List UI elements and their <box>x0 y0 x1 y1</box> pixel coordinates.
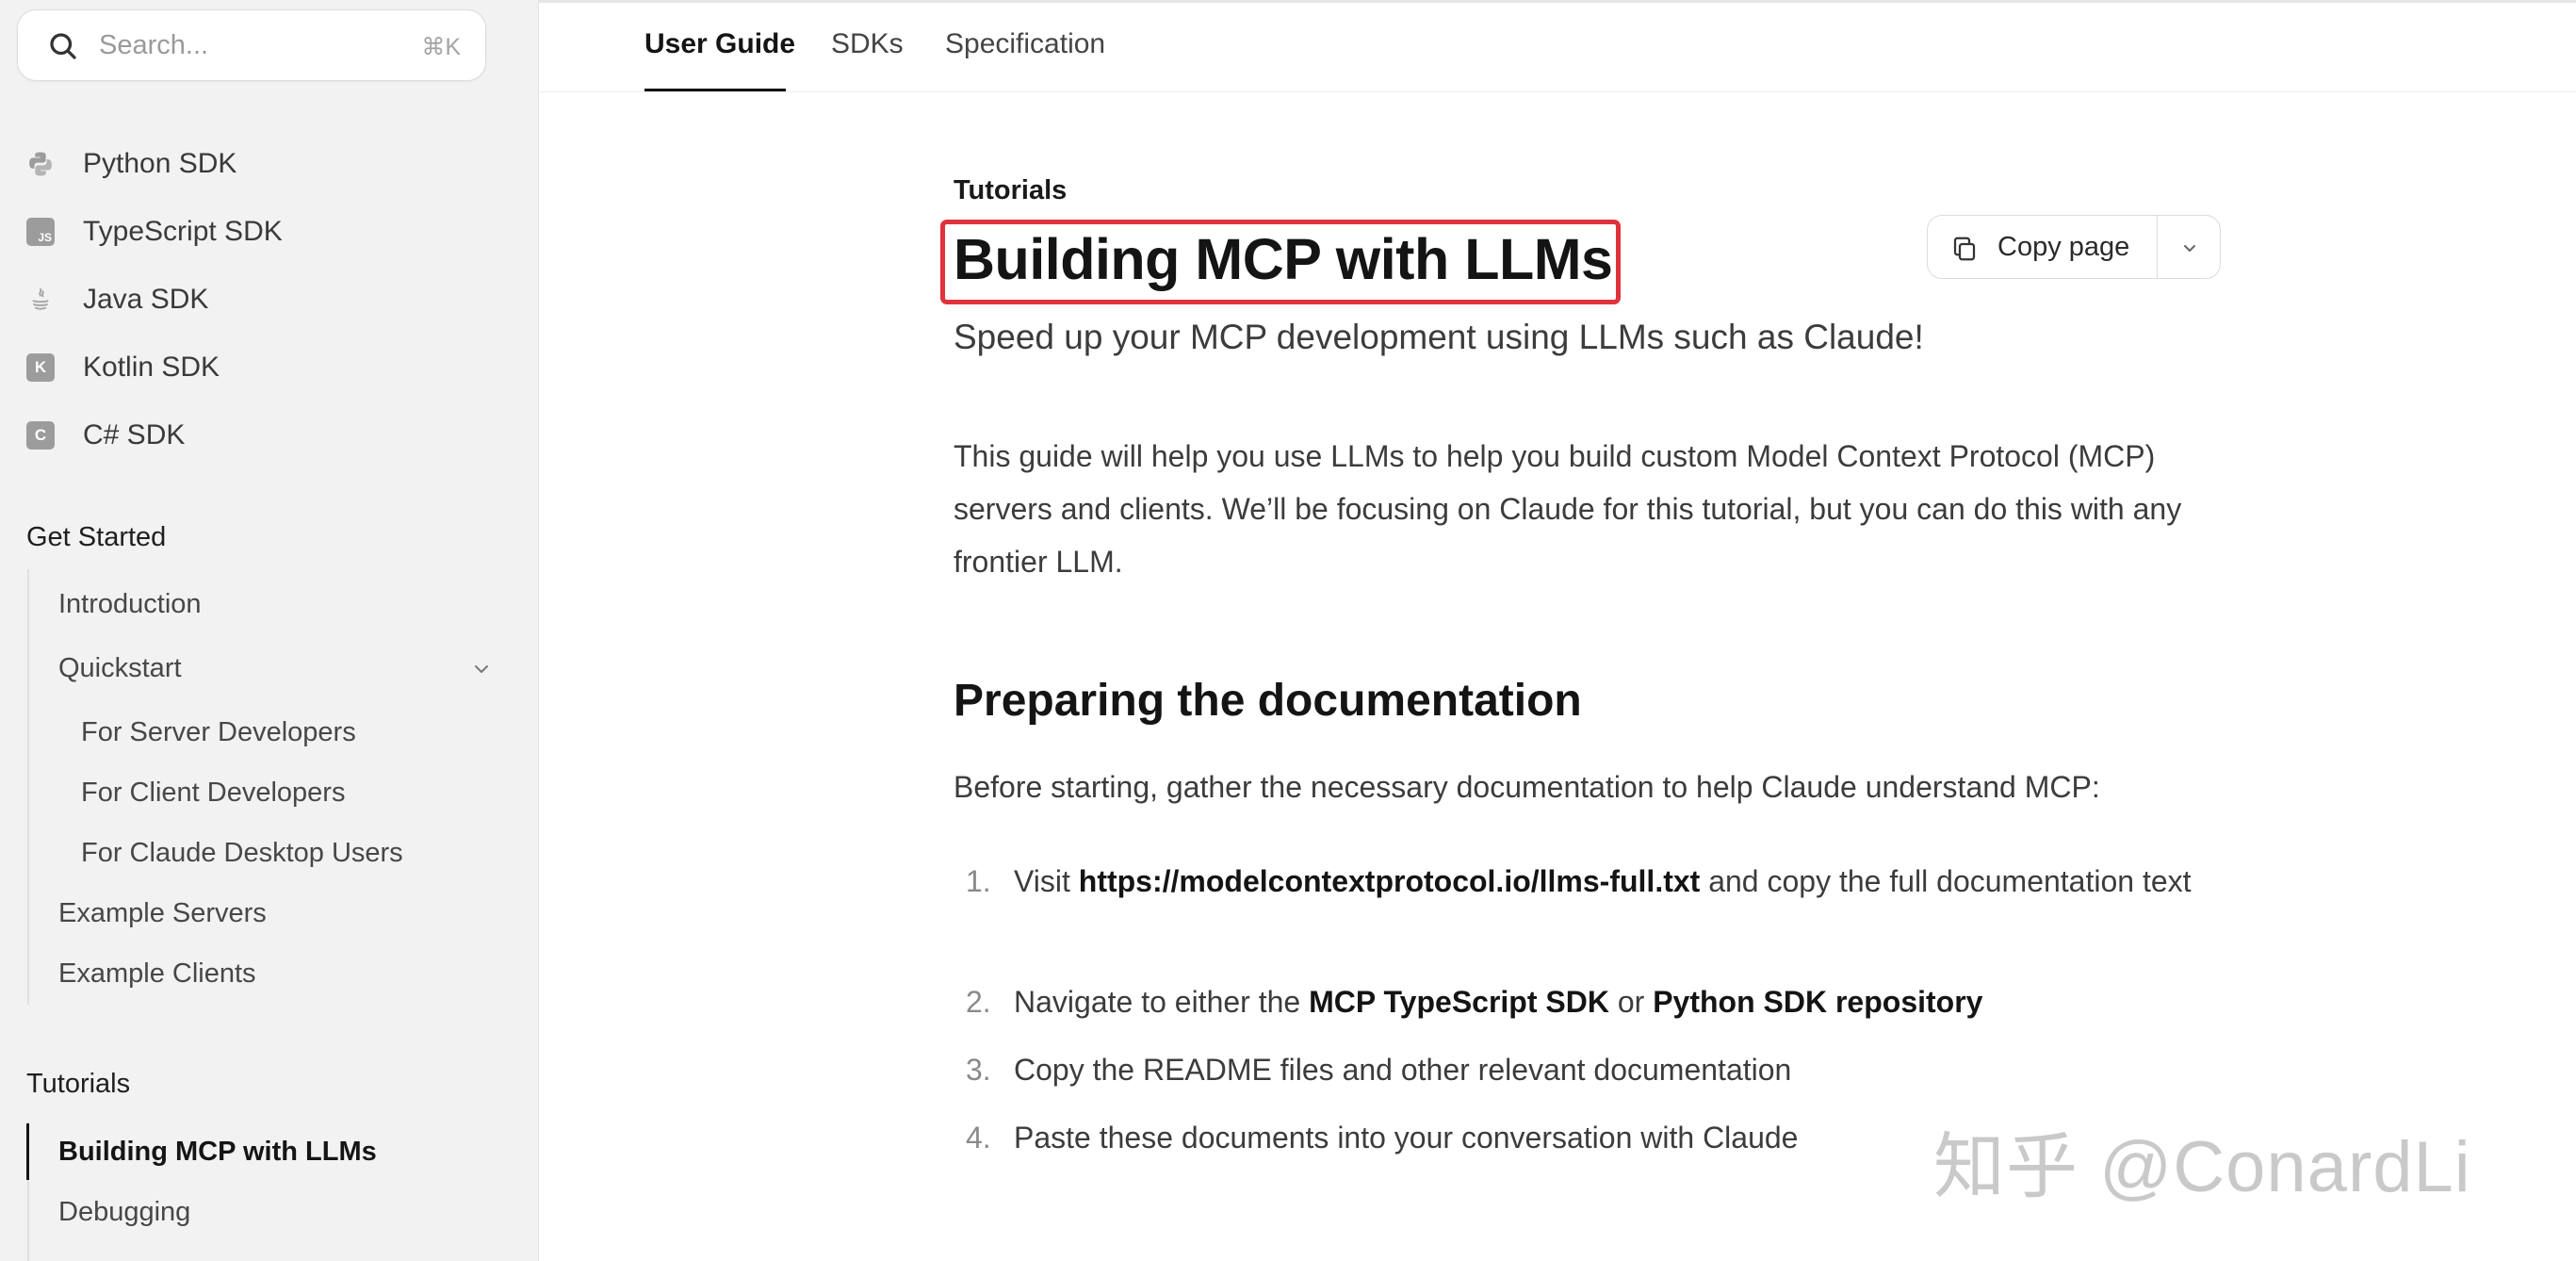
copy-page-label: Copy page <box>1997 232 2130 262</box>
sidebar-item-introduction[interactable]: Introduction <box>58 589 202 620</box>
tutorials-heading: Tutorials <box>26 1069 131 1099</box>
list-text-part: or <box>1608 985 1654 1019</box>
python-icon <box>26 150 55 178</box>
title-highlight-box <box>940 220 1621 304</box>
sidebar-item-python-sdk[interactable]: Python SDK <box>26 140 236 188</box>
list-text: Navigate to either the MCP TypeScript SD… <box>1014 975 2248 1028</box>
list-number: 1. <box>966 864 991 898</box>
tab-user-guide[interactable]: User Guide <box>644 28 795 60</box>
java-icon <box>26 286 55 314</box>
search-shortcut: ⌘K <box>421 34 461 60</box>
copy-button-divider <box>2157 216 2158 278</box>
kotlin-icon: K <box>26 353 55 382</box>
python-sdk-link[interactable]: Python SDK repository <box>1653 985 1982 1019</box>
sidebar-item-label: Python SDK <box>83 148 237 179</box>
sidebar-item-csharp-sdk[interactable]: C C# SDK <box>26 412 185 459</box>
copy-icon <box>1953 237 1976 261</box>
sidebar-item-java-sdk[interactable]: Java SDK <box>26 276 208 323</box>
sidebar-item-label: Kotlin SDK <box>83 352 220 383</box>
get-started-heading: Get Started <box>26 522 167 552</box>
intro-paragraph: This guide will help you use LLMs to hel… <box>954 439 2182 579</box>
tab-specification[interactable]: Specification <box>945 28 1105 60</box>
typescript-sdk-link[interactable]: MCP TypeScript SDK <box>1309 985 1609 1019</box>
search-icon <box>50 33 76 59</box>
page-subtitle: Speed up your MCP development using LLMs… <box>954 318 1924 356</box>
list-text-part: Visit <box>1014 864 1079 898</box>
list-number: 2. <box>966 985 991 1019</box>
list-text: Copy the README files and other relevant… <box>1014 1053 1792 1087</box>
chevron-down-icon[interactable] <box>2178 237 2201 259</box>
sidebar-item-server-developers[interactable]: For Server Developers <box>81 717 356 748</box>
tab-sdks[interactable]: SDKs <box>831 28 904 60</box>
typescript-icon: JS <box>26 218 55 246</box>
copy-page-button[interactable]: Copy page <box>1927 215 2221 279</box>
sidebar-item-typescript-sdk[interactable]: JS TypeScript SDK <box>26 208 283 255</box>
list-text: Visit https://modelcontextprotocol.io/ll… <box>1014 855 2248 908</box>
list-number: 3. <box>966 1053 991 1087</box>
sidebar-item-quickstart[interactable]: Quickstart <box>58 653 182 684</box>
chevron-down-icon[interactable] <box>470 658 493 680</box>
sidebar-item-example-clients[interactable]: Example Clients <box>58 958 256 990</box>
sidebar-item-label: TypeScript SDK <box>83 216 283 247</box>
sidebar-item-claude-desktop-users[interactable]: For Claude Desktop Users <box>81 838 403 869</box>
breadcrumb: Tutorials <box>954 175 1068 205</box>
active-indicator <box>26 1123 29 1180</box>
sidebar-item-label: C# SDK <box>83 419 186 450</box>
sidebar-item-example-servers[interactable]: Example Servers <box>58 898 267 929</box>
section-lead: Before starting, gather the necessary do… <box>954 770 2100 804</box>
tabs-divider <box>539 91 2576 92</box>
nav-group-line <box>27 569 29 1005</box>
section-heading: Preparing the documentation <box>954 676 1582 726</box>
sidebar-item-debugging[interactable]: Debugging <box>58 1197 190 1228</box>
sidebar-item-building-mcp[interactable]: Building MCP with LLMs <box>58 1137 377 1168</box>
docs-link[interactable]: https://modelcontextprotocol.io/llms-ful… <box>1079 864 1701 898</box>
csharp-icon: C <box>26 421 55 450</box>
list-text-part: and copy the full documentation text <box>1700 864 2192 898</box>
list-number: 4. <box>966 1121 991 1155</box>
sidebar-item-kotlin-sdk[interactable]: K Kotlin SDK <box>26 344 220 391</box>
sidebar: Search... ⌘K Python SDK JS TypeScript SD… <box>0 0 539 1261</box>
watermark: 知乎 @ConardLi <box>1933 1127 2471 1207</box>
search-input[interactable]: Search... ⌘K <box>17 9 486 81</box>
sidebar-item-label: Java SDK <box>83 284 209 315</box>
sidebar-item-client-developers[interactable]: For Client Developers <box>81 778 345 809</box>
search-placeholder: Search... <box>99 30 209 60</box>
list-text-part: Navigate to either the <box>1014 985 1310 1019</box>
